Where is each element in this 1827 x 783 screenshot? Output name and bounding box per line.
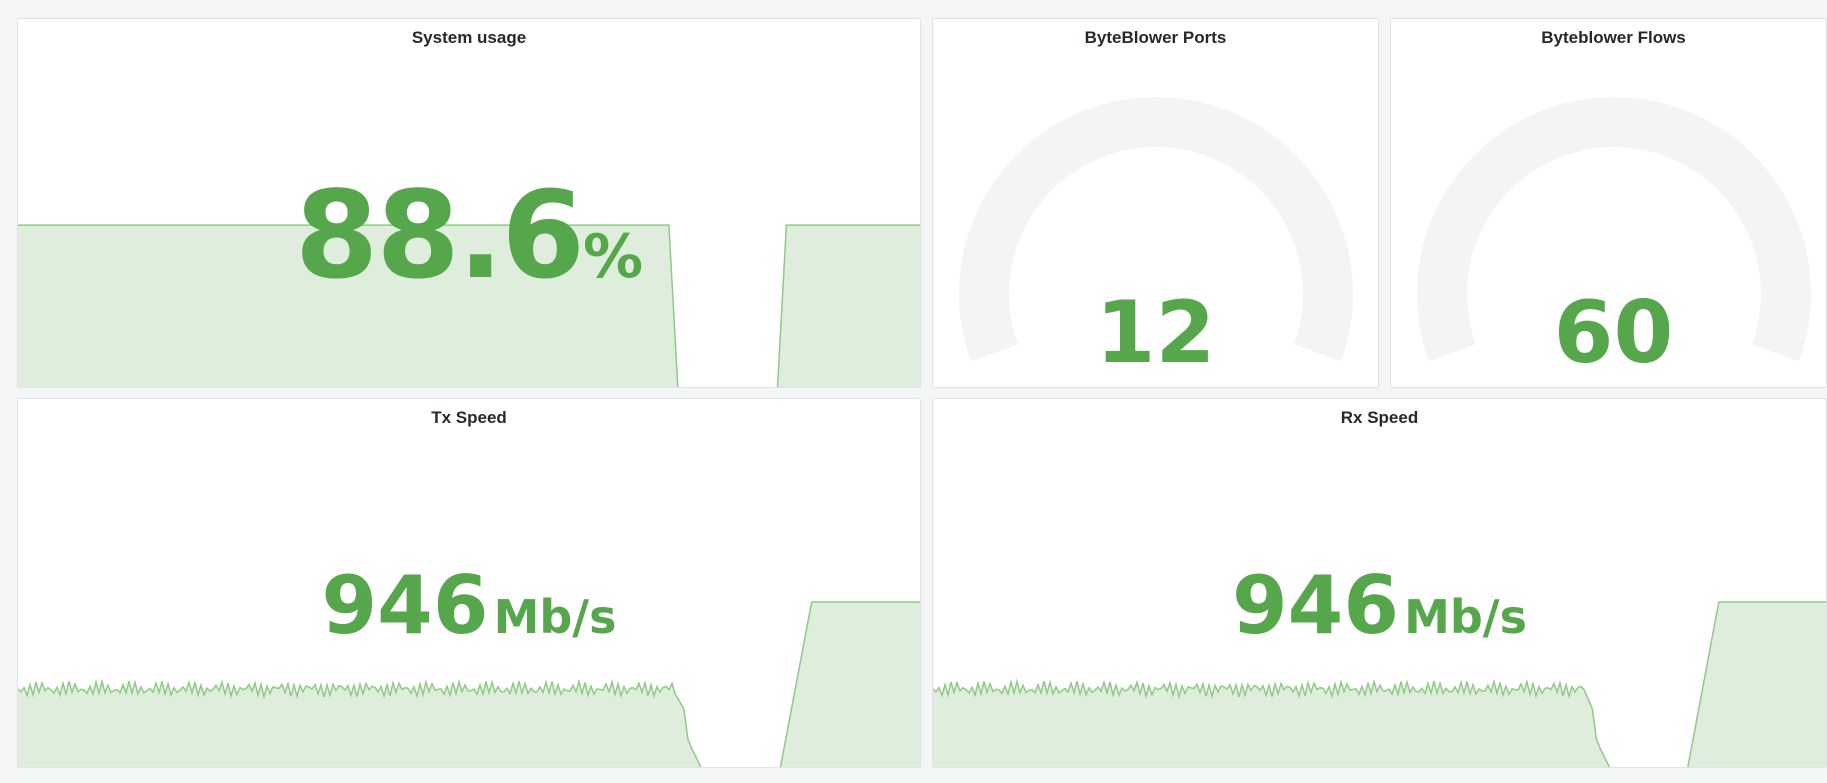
stat-number: 946	[1232, 559, 1399, 652]
panel-tx-speed[interactable]: Tx Speed 946 Mb/s	[17, 398, 921, 768]
system-usage-value: 88.6%	[18, 167, 920, 306]
tx-speed-value: 946 Mb/s	[18, 559, 920, 652]
panel-byteblower-ports[interactable]: ByteBlower Ports 12	[932, 18, 1379, 388]
dashboard: System usage 88.6% ByteBlower Ports 12 B…	[0, 0, 1827, 783]
panel-byteblower-flows[interactable]: Byteblower Flows 60	[1390, 18, 1827, 388]
panel-system-usage[interactable]: System usage 88.6%	[17, 18, 921, 388]
stat-unit: Mb/s	[493, 590, 617, 644]
stat-unit: %	[582, 222, 644, 292]
stat-number: 60	[1553, 283, 1674, 383]
stat-unit: Mb/s	[1404, 590, 1527, 644]
ports-value: 12	[933, 283, 1378, 383]
panel-rx-speed[interactable]: Rx Speed 946 Mb/s	[932, 398, 1827, 768]
flows-value: 60	[1391, 283, 1826, 383]
stat-number: 12	[1095, 283, 1216, 383]
stat-number: 88.6	[294, 167, 585, 306]
stat-number: 946	[321, 559, 489, 652]
rx-speed-value: 946 Mb/s	[933, 559, 1826, 652]
